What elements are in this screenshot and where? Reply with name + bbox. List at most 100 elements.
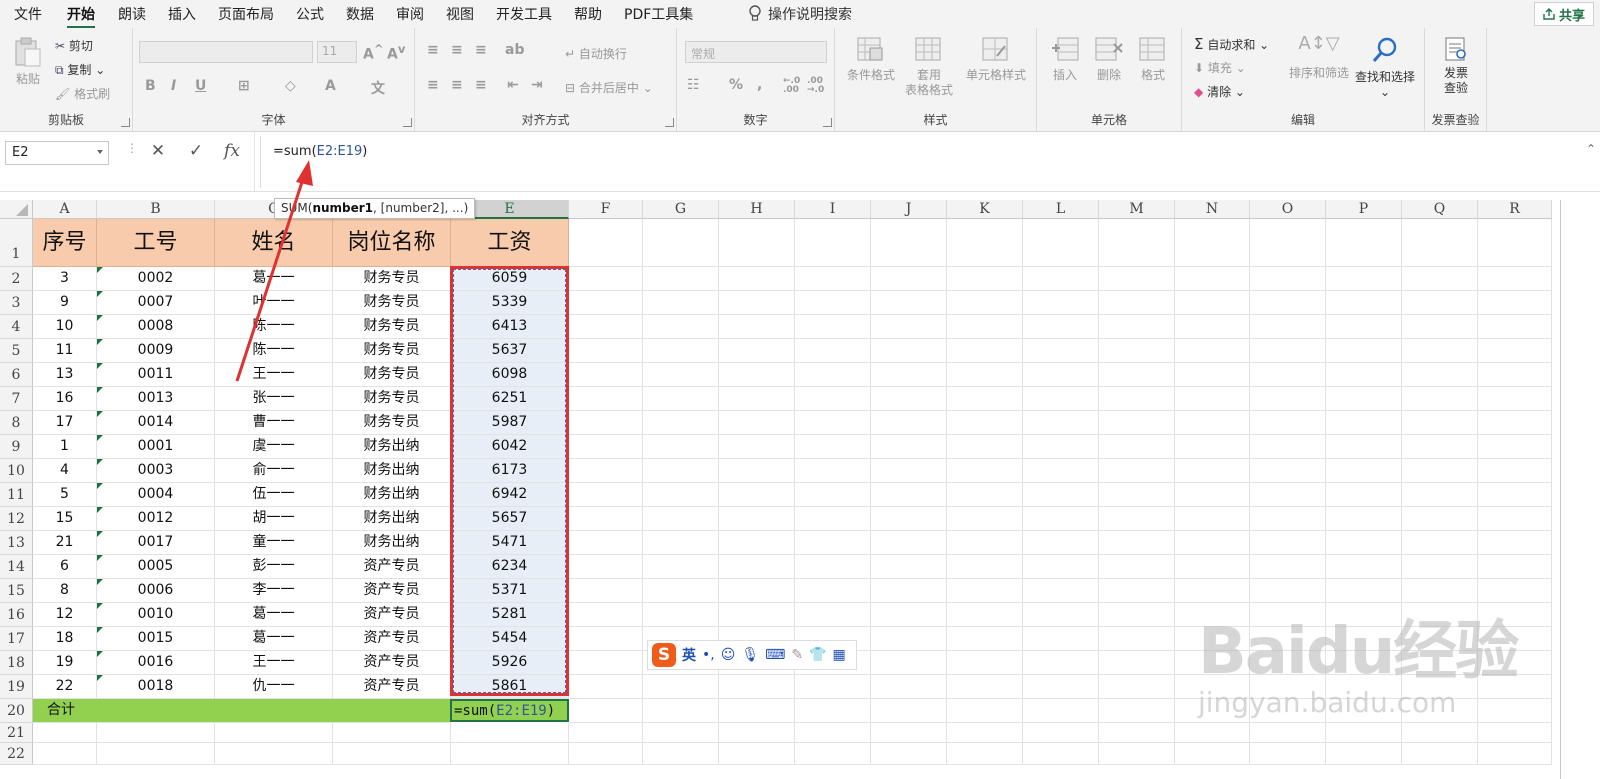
header-cell-c[interactable]: 姓名: [215, 219, 333, 267]
editing-cell-e20[interactable]: =sum(E2:E19): [450, 699, 569, 722]
empty-cell[interactable]: [569, 507, 643, 531]
empty-cell[interactable]: [1175, 339, 1250, 363]
table-cell[interactable]: 0007: [97, 291, 215, 315]
empty-cell[interactable]: [947, 651, 1023, 675]
table-cell[interactable]: 6098: [451, 363, 569, 387]
column-header-j[interactable]: J: [871, 200, 947, 219]
empty-cell[interactable]: [871, 675, 947, 699]
empty-cell[interactable]: [719, 483, 795, 507]
empty-cell[interactable]: [947, 603, 1023, 627]
empty-cell[interactable]: [1478, 531, 1552, 555]
empty-cell[interactable]: [1023, 699, 1099, 723]
row-header-4[interactable]: 4: [0, 315, 33, 339]
column-header-p[interactable]: P: [1326, 200, 1402, 219]
empty-cell[interactable]: [719, 579, 795, 603]
empty-cell[interactable]: [643, 579, 719, 603]
empty-cell[interactable]: [1478, 507, 1552, 531]
empty-cell[interactable]: [451, 723, 569, 743]
paste-button[interactable]: 粘贴: [10, 36, 46, 87]
empty-cell[interactable]: [871, 603, 947, 627]
empty-cell[interactable]: [719, 459, 795, 483]
table-cell[interactable]: 5987: [451, 411, 569, 435]
empty-cell[interactable]: [1023, 603, 1099, 627]
empty-cell[interactable]: [1099, 723, 1175, 743]
table-cell[interactable]: 财务出纳: [333, 483, 451, 507]
table-cell[interactable]: 5: [33, 483, 97, 507]
row-header-20[interactable]: 20: [0, 699, 33, 723]
table-cell[interactable]: 6059: [451, 267, 569, 291]
table-cell[interactable]: 11: [33, 339, 97, 363]
empty-cell[interactable]: [1326, 267, 1402, 291]
enter-icon[interactable]: ✓: [184, 141, 208, 165]
table-cell[interactable]: 6: [33, 555, 97, 579]
empty-cell[interactable]: [643, 291, 719, 315]
empty-cell[interactable]: [1175, 555, 1250, 579]
empty-cell[interactable]: [569, 291, 643, 315]
empty-cell[interactable]: [643, 555, 719, 579]
table-cell[interactable]: 0002: [97, 267, 215, 291]
cell-q1[interactable]: [1402, 219, 1478, 267]
empty-cell[interactable]: [795, 723, 871, 743]
increase-indent-icon[interactable]: ⇥: [531, 77, 543, 93]
empty-cell[interactable]: [947, 459, 1023, 483]
empty-cell[interactable]: [1175, 459, 1250, 483]
table-cell[interactable]: 财务专员: [333, 339, 451, 363]
empty-cell[interactable]: [333, 743, 451, 765]
column-header-i[interactable]: I: [795, 200, 871, 219]
empty-cell[interactable]: [719, 315, 795, 339]
table-cell[interactable]: 0004: [97, 483, 215, 507]
table-cell[interactable]: 0009: [97, 339, 215, 363]
empty-cell[interactable]: [569, 315, 643, 339]
empty-cell[interactable]: [1478, 459, 1552, 483]
microphone-icon[interactable]: 🎙: [741, 647, 759, 663]
insert-cells-button[interactable]: 插入: [1045, 36, 1085, 83]
empty-cell[interactable]: [719, 699, 795, 723]
table-cell[interactable]: 财务出纳: [333, 459, 451, 483]
empty-cell[interactable]: [1250, 459, 1326, 483]
ime-punctuation[interactable]: •,: [702, 647, 715, 663]
empty-cell[interactable]: [719, 555, 795, 579]
table-cell[interactable]: 5926: [451, 651, 569, 675]
column-header-o[interactable]: O: [1250, 200, 1326, 219]
empty-cell[interactable]: [643, 459, 719, 483]
empty-cell[interactable]: [871, 459, 947, 483]
table-cell[interactable]: 葛一一: [215, 627, 333, 651]
empty-cell[interactable]: [1099, 603, 1175, 627]
table-cell[interactable]: 5339: [451, 291, 569, 315]
grid-menu-icon[interactable]: ▦: [833, 647, 846, 663]
empty-cell[interactable]: [643, 435, 719, 459]
table-cell[interactable]: 俞一一: [215, 459, 333, 483]
row-header-22[interactable]: 22: [0, 743, 33, 765]
empty-cell[interactable]: [795, 291, 871, 315]
empty-cell[interactable]: [1478, 411, 1552, 435]
empty-cell[interactable]: [1402, 315, 1478, 339]
table-cell[interactable]: 0013: [97, 387, 215, 411]
empty-cell[interactable]: [1402, 555, 1478, 579]
row-header-11[interactable]: 11: [0, 483, 33, 507]
row-header-3[interactable]: 3: [0, 291, 33, 315]
empty-cell[interactable]: [1023, 411, 1099, 435]
table-cell[interactable]: 0015: [97, 627, 215, 651]
row-header-1[interactable]: 1: [0, 219, 33, 267]
empty-cell[interactable]: [871, 651, 947, 675]
table-cell[interactable]: 王一一: [215, 651, 333, 675]
row-header-21[interactable]: 21: [0, 723, 33, 743]
empty-cell[interactable]: [719, 743, 795, 765]
empty-cell[interactable]: [795, 603, 871, 627]
table-cell[interactable]: 0018: [97, 675, 215, 699]
table-cell[interactable]: 3: [33, 267, 97, 291]
empty-cell[interactable]: [1402, 459, 1478, 483]
column-header-m[interactable]: M: [1099, 200, 1175, 219]
empty-cell[interactable]: [1402, 411, 1478, 435]
empty-cell[interactable]: [947, 507, 1023, 531]
empty-cell[interactable]: [643, 675, 719, 699]
italic-button[interactable]: I: [171, 78, 176, 94]
empty-cell[interactable]: [643, 483, 719, 507]
vertical-scrollbar[interactable]: [1560, 200, 1561, 779]
tab-file[interactable]: 文件: [14, 4, 42, 24]
empty-cell[interactable]: [719, 363, 795, 387]
table-cell[interactable]: 曹一一: [215, 411, 333, 435]
empty-cell[interactable]: [1175, 743, 1250, 765]
accounting-format-icon[interactable]: ☷: [687, 77, 700, 93]
table-cell[interactable]: 0012: [97, 507, 215, 531]
